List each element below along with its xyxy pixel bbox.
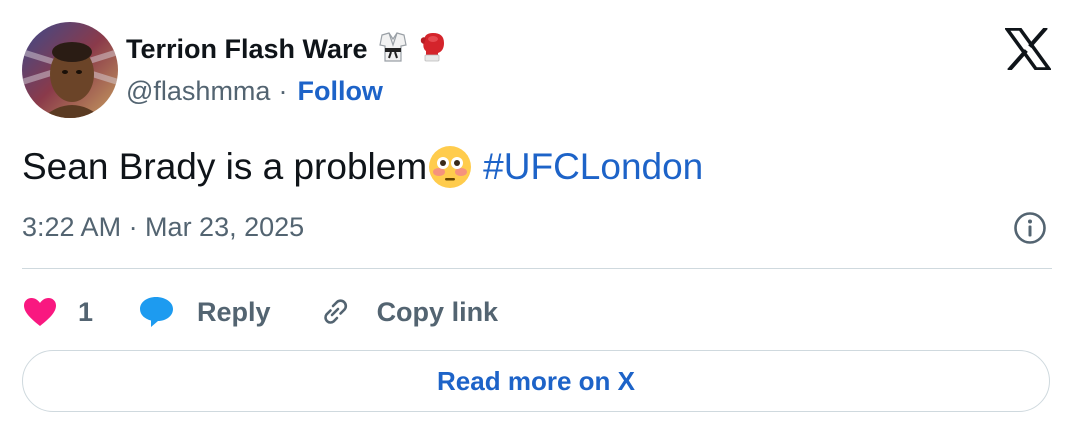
tweet-timestamp[interactable]: 3:22 AM · Mar 23, 2025: [22, 212, 304, 243]
author-name-row: Terrion Flash Ware: [126, 31, 448, 68]
copy-link-button[interactable]: Copy link: [317, 294, 499, 330]
link-icon: [317, 294, 353, 330]
read-more-button[interactable]: Read more on X: [22, 350, 1050, 412]
martial-arts-uniform-icon: [378, 31, 408, 68]
like-button[interactable]: 1: [22, 296, 93, 328]
like-count: 1: [78, 296, 94, 327]
reply-button[interactable]: Reply: [139, 296, 271, 328]
author-handle-row: @flashmma · Follow: [126, 76, 383, 107]
avatar[interactable]: [22, 22, 118, 118]
author-name[interactable]: Terrion Flash Ware: [126, 34, 368, 65]
reply-label: Reply: [197, 296, 271, 327]
info-icon[interactable]: [1013, 211, 1047, 245]
x-logo-icon[interactable]: [1003, 26, 1053, 72]
tweet-text: Sean Brady is a problem #UFCLondon: [22, 144, 703, 190]
divider: [22, 268, 1052, 269]
copy-link-label: Copy link: [376, 296, 499, 327]
action-bar: 1 Reply Copy link: [22, 292, 498, 332]
flushed-face-icon: [427, 144, 473, 190]
speech-bubble-icon: [139, 296, 175, 328]
boxing-glove-icon: [418, 31, 448, 68]
follow-button[interactable]: Follow: [297, 76, 382, 107]
hashtag-link[interactable]: #UFCLondon: [483, 146, 703, 188]
tweet-body: Sean Brady is a problem: [22, 146, 428, 187]
separator-dot: ·: [278, 76, 288, 106]
author-handle[interactable]: @flashmma: [126, 76, 270, 107]
heart-icon: [22, 296, 58, 328]
